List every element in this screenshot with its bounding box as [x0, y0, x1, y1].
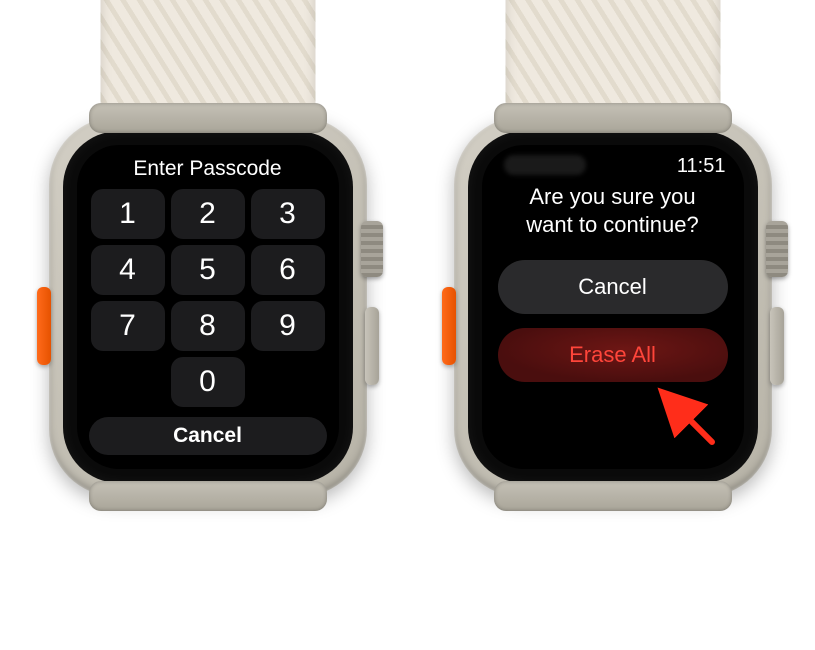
screen-passcode: Enter Passcode 1 2 3 4 5 6 7 8 9 0 Cance…	[77, 145, 339, 469]
key-2[interactable]: 2	[171, 189, 245, 239]
key-8[interactable]: 8	[171, 301, 245, 351]
confirm-line-2: want to continue?	[526, 212, 698, 237]
key-1[interactable]: 1	[91, 189, 165, 239]
key-7[interactable]: 7	[91, 301, 165, 351]
confirm-message: Are you sure you want to continue?	[494, 183, 732, 238]
confirm-line-1: Are you sure you	[529, 184, 695, 209]
key-4[interactable]: 4	[91, 245, 165, 295]
status-blur	[504, 155, 586, 175]
side-button[interactable]	[365, 307, 379, 385]
passcode-title: Enter Passcode	[89, 157, 327, 181]
action-button[interactable]	[442, 287, 456, 365]
key-6[interactable]: 6	[251, 245, 325, 295]
lug-bottom	[494, 481, 732, 511]
confirm-buttons: Cancel Erase All	[494, 260, 732, 382]
watch-case: 11:51 Are you sure you want to continue?…	[454, 117, 772, 497]
key-5[interactable]: 5	[171, 245, 245, 295]
lug-top	[494, 103, 732, 133]
watch-case: Enter Passcode 1 2 3 4 5 6 7 8 9 0 Cance…	[49, 117, 367, 497]
erase-all-button[interactable]: Erase All	[498, 328, 728, 382]
keypad: 1 2 3 4 5 6 7 8 9 0	[89, 189, 327, 407]
confirm-cancel-button[interactable]: Cancel	[498, 260, 728, 314]
bezel: Enter Passcode 1 2 3 4 5 6 7 8 9 0 Cance…	[63, 131, 353, 483]
action-button[interactable]	[37, 287, 51, 365]
lug-top	[89, 103, 327, 133]
digital-crown[interactable]	[361, 221, 383, 277]
lug-bottom	[89, 481, 327, 511]
key-9[interactable]: 9	[251, 301, 325, 351]
side-button[interactable]	[770, 307, 784, 385]
passcode-cancel-button[interactable]: Cancel	[89, 417, 327, 455]
digital-crown[interactable]	[766, 221, 788, 277]
key-3[interactable]: 3	[251, 189, 325, 239]
bezel: 11:51 Are you sure you want to continue?…	[468, 131, 758, 483]
screen-confirm: 11:51 Are you sure you want to continue?…	[482, 145, 744, 469]
status-time: 11:51	[677, 155, 726, 179]
key-0[interactable]: 0	[171, 357, 245, 407]
